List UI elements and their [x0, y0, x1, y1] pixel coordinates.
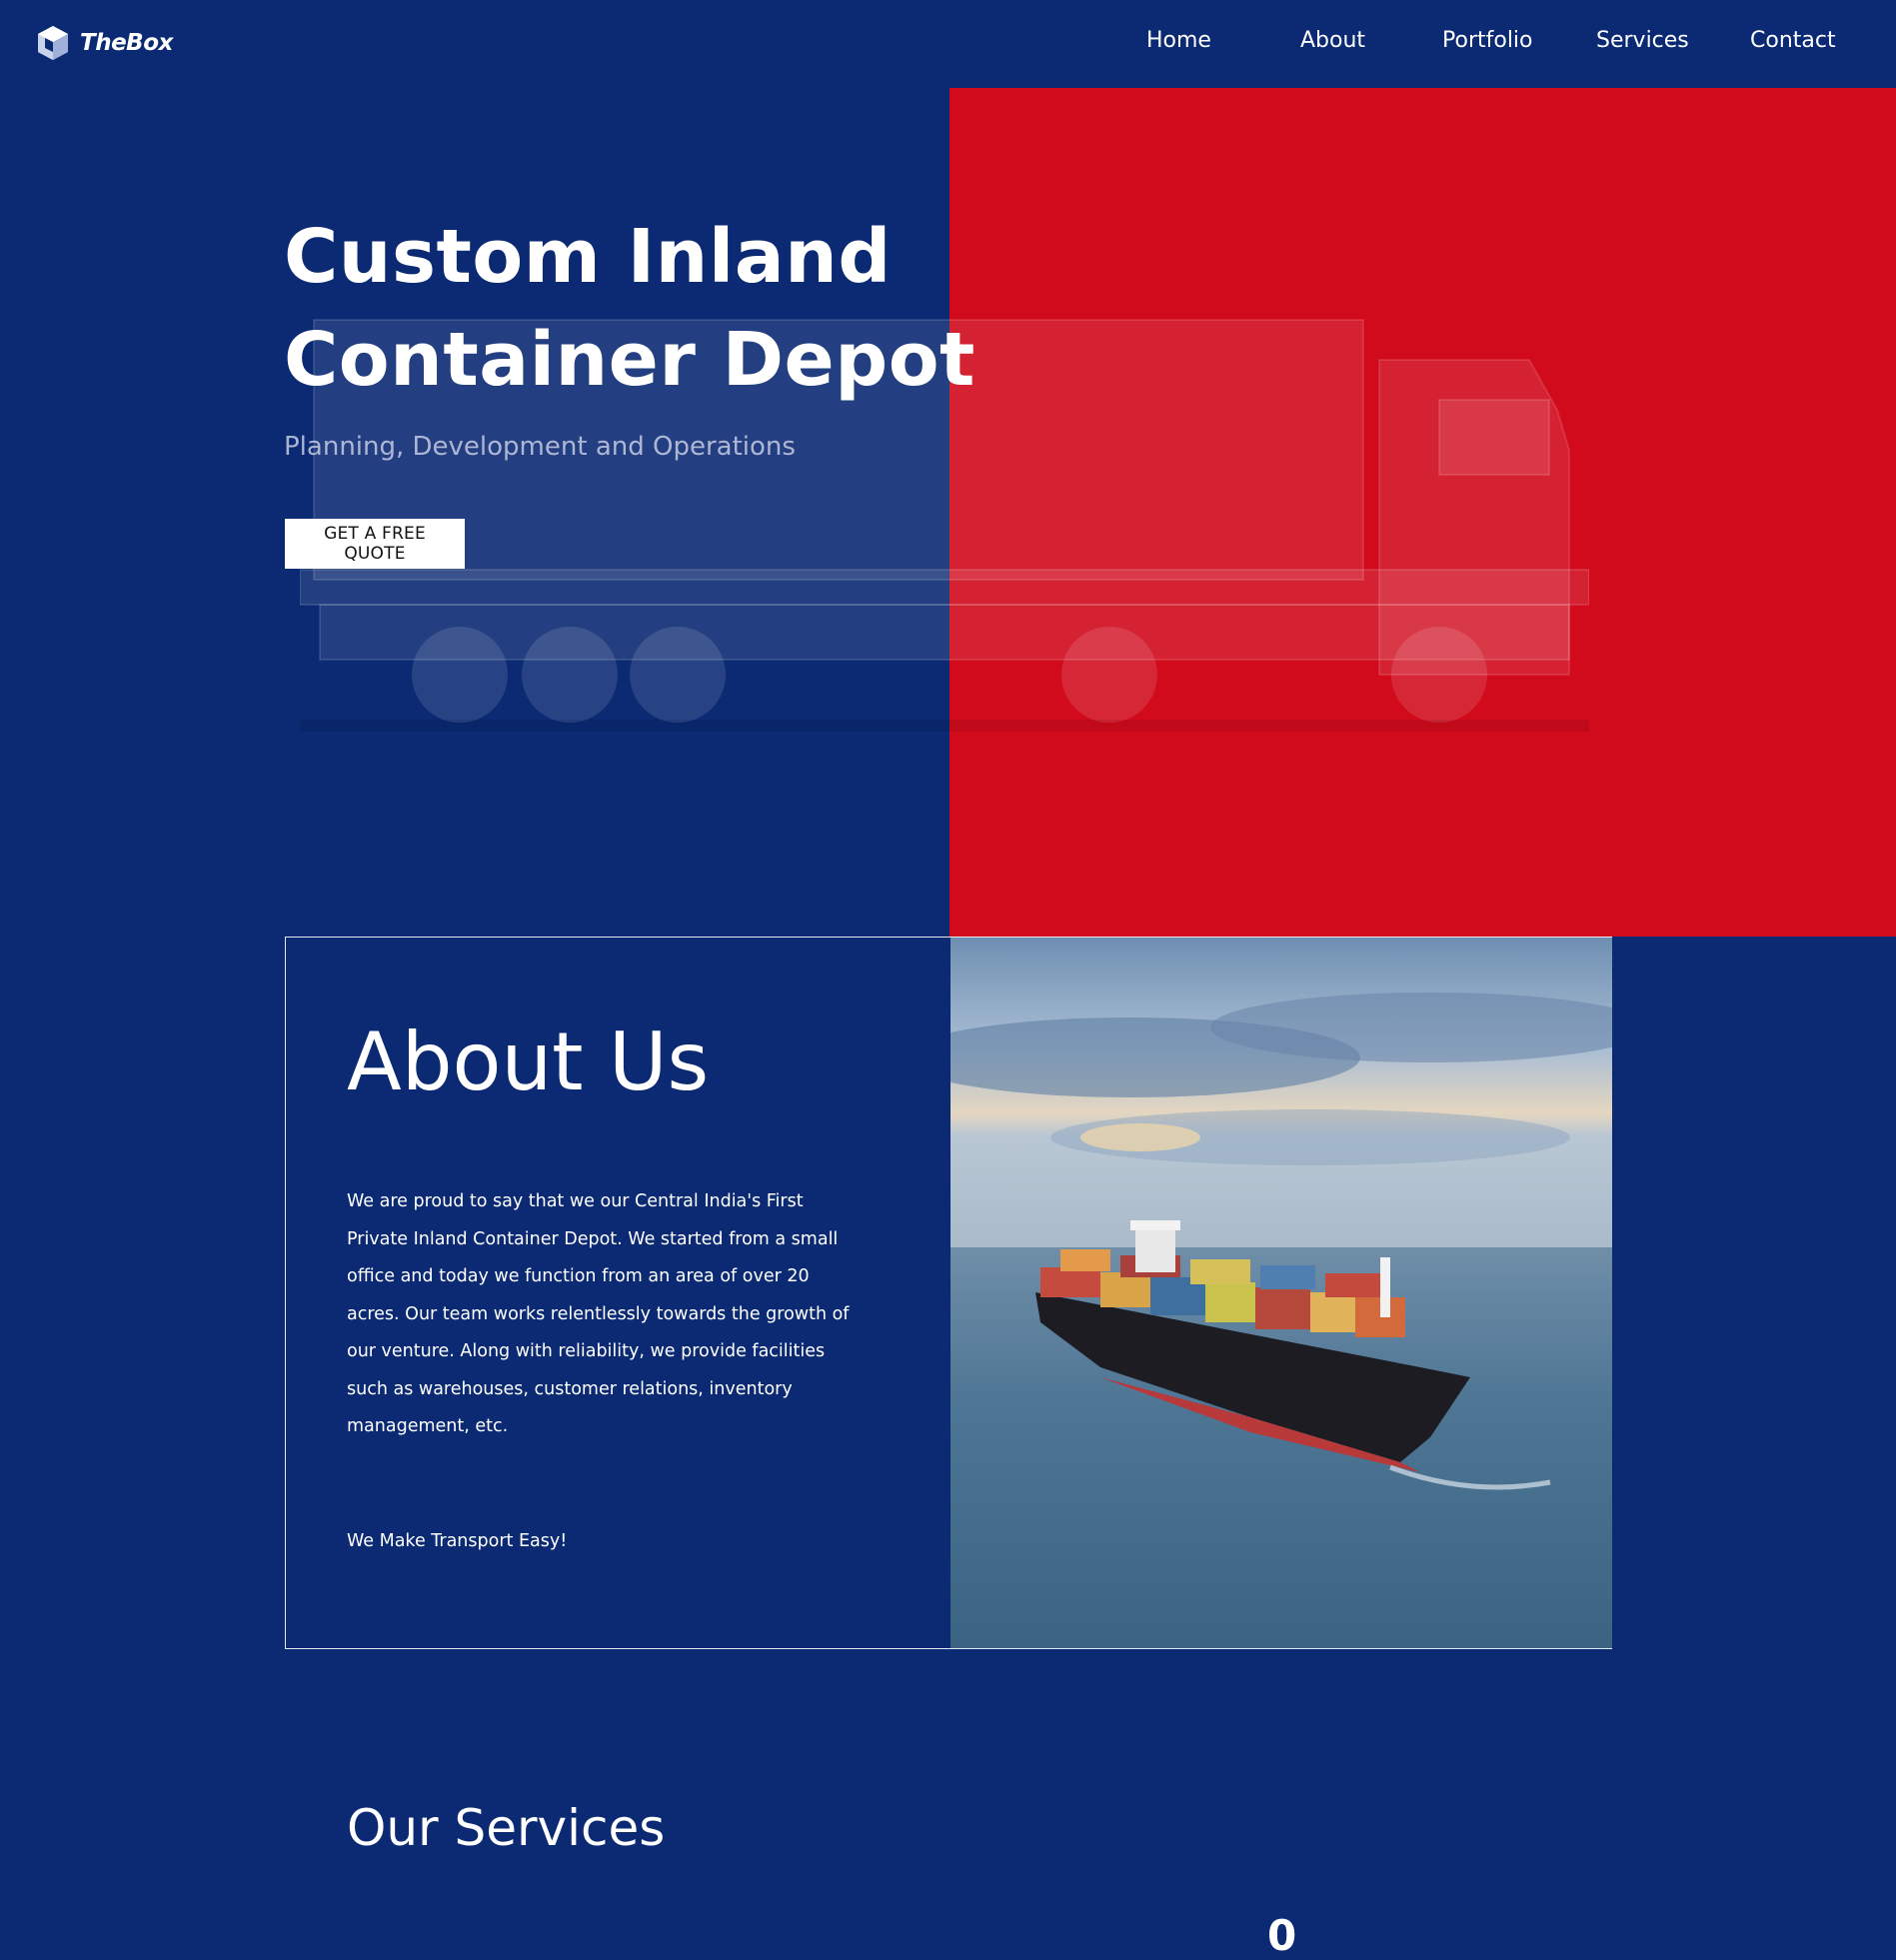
top-navbar: TheBox Home About Portfolio Services Con… [0, 0, 1896, 88]
brand-name: TheBox [80, 30, 173, 56]
about-tagline: We Make Transport Easy! [347, 1531, 568, 1551]
hero-title-line-2: Container Depot [284, 317, 975, 403]
nav-home[interactable]: Home [1146, 28, 1211, 53]
nav-about[interactable]: About [1300, 28, 1365, 53]
nav-services[interactable]: Services [1596, 28, 1689, 53]
nav-portfolio[interactable]: Portfolio [1442, 28, 1533, 53]
services-title: Our Services [347, 1799, 666, 1857]
hero-title-line-1: Custom Inland [284, 214, 892, 300]
brand-logo[interactable]: TheBox [36, 24, 173, 62]
partial-stat-number: 0 [1267, 1911, 1297, 1960]
hero-subtitle: Planning, Development and Operations [284, 432, 796, 462]
about-body-text: We are proud to say that we our Central … [347, 1191, 850, 1436]
container-ship-image [950, 938, 1612, 1648]
get-free-quote-button[interactable]: GET A FREE QUOTE [285, 519, 465, 569]
hero-title: Custom Inland Container Depot [284, 206, 983, 412]
about-section: About Us We are proud to say that we our… [285, 937, 1612, 1649]
about-title: About Us [347, 1015, 710, 1108]
nav-contact[interactable]: Contact [1750, 28, 1836, 53]
cube-logo-icon [38, 26, 68, 60]
